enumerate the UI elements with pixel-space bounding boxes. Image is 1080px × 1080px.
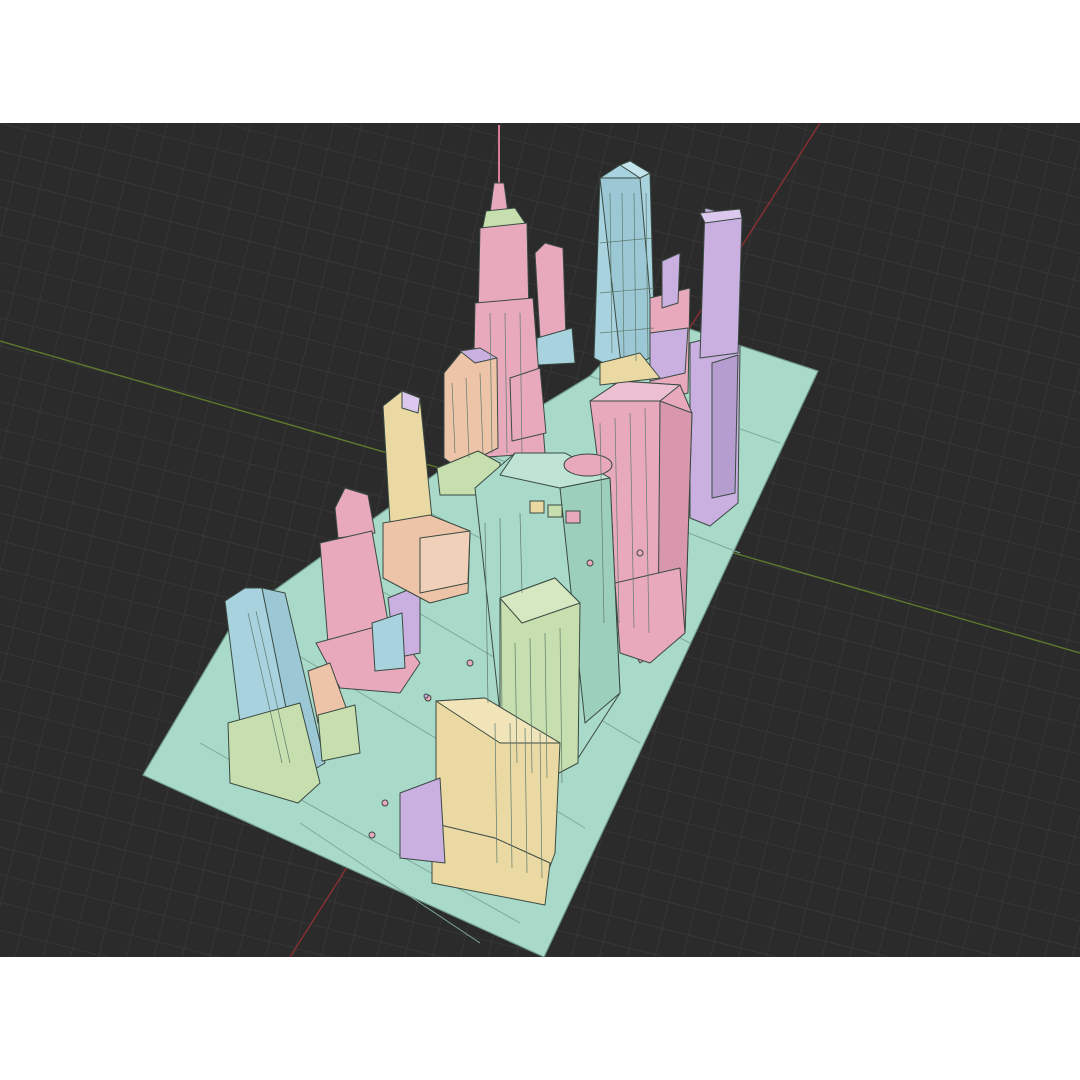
building-blue-tower[interactable] <box>593 160 656 374</box>
viewport-canvas[interactable] <box>0 123 1080 957</box>
3d-viewport[interactable] <box>0 123 1080 957</box>
